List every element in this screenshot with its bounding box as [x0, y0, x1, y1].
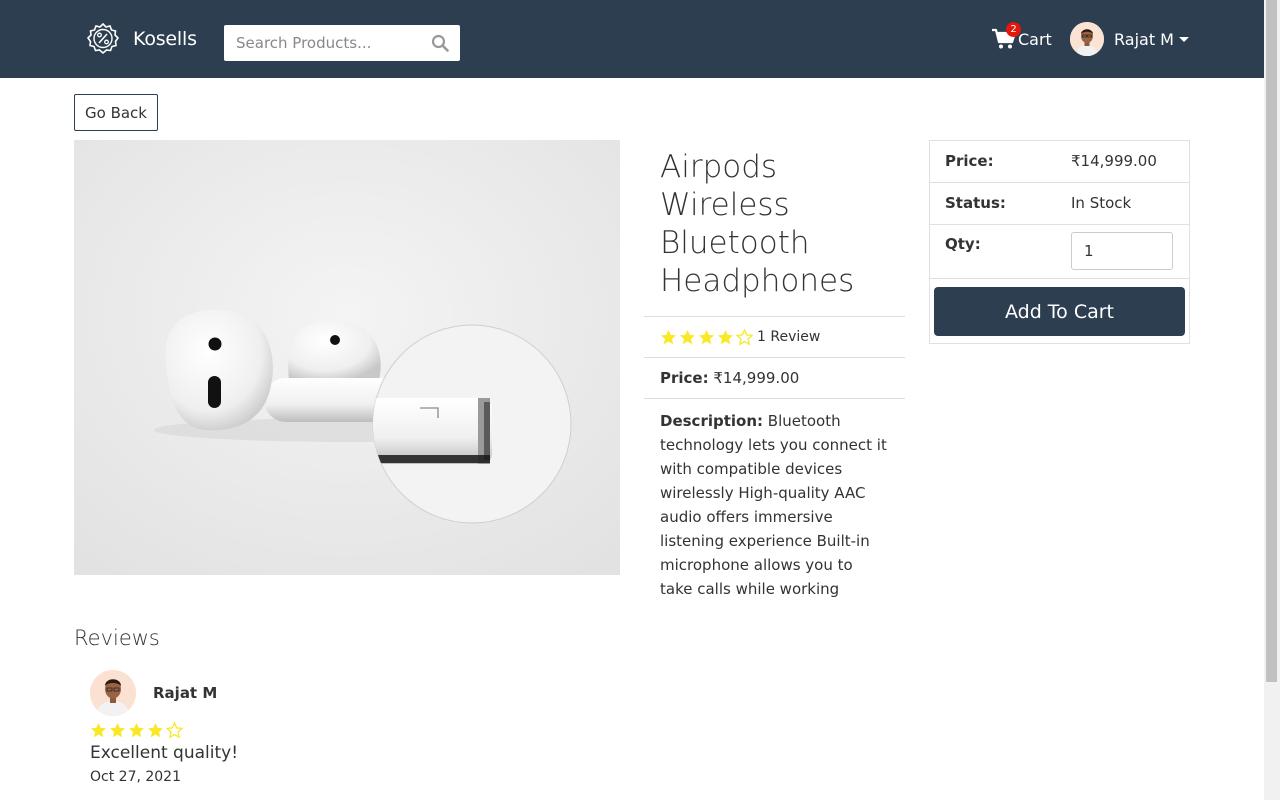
- user-menu-toggle[interactable]: Rajat M: [1070, 22, 1189, 56]
- product-price: Price: ₹14,999.00: [644, 357, 905, 398]
- star-filled-icon: [661, 329, 676, 344]
- product-description: Description: Bluetooth technology lets y…: [644, 398, 905, 611]
- star-filled-icon: [680, 329, 695, 344]
- user-name: Rajat M: [1114, 29, 1174, 49]
- caret-down-icon: [1178, 36, 1189, 42]
- page-scrollbar[interactable]: [1264, 0, 1280, 800]
- star-filled-icon: [110, 723, 125, 738]
- product-rating: 1 Review: [644, 316, 905, 357]
- star-filled-icon: [718, 329, 733, 344]
- go-back-button[interactable]: Go Back: [74, 94, 158, 131]
- description-label: Description:: [660, 412, 764, 430]
- reviews-heading: Reviews: [74, 626, 160, 650]
- search-box: [224, 25, 460, 61]
- reviewer-avatar-image: [90, 670, 136, 716]
- review-date: Oct 27, 2021: [90, 769, 181, 785]
- cart-link[interactable]: 2 Cart: [992, 22, 1052, 52]
- navbar: Kosells 2 Cart: [0, 0, 1264, 78]
- product-image: [74, 140, 620, 575]
- review-rating-stars: [90, 722, 490, 739]
- reviewer-name: Rajat M: [153, 684, 218, 702]
- avatar: [1070, 22, 1104, 56]
- cart-count-badge: 2: [1006, 22, 1021, 37]
- star-filled-icon: [91, 723, 106, 738]
- status-value: In Stock: [1071, 194, 1132, 212]
- discount-badge-icon: [86, 22, 120, 55]
- star-filled-icon: [129, 723, 144, 738]
- review-item: Rajat M Excellent quality! Oct 27, 2021: [90, 670, 490, 785]
- price-label: Price:: [660, 369, 709, 387]
- star-empty-icon: [736, 328, 753, 346]
- add-to-cart-button[interactable]: Add To Cart: [934, 287, 1185, 336]
- rating-stars: [660, 328, 753, 346]
- purchase-price-value: ₹14,999.00: [1071, 152, 1157, 170]
- star-filled-icon: [148, 723, 163, 738]
- review-header: Rajat M: [90, 670, 490, 716]
- price-value: ₹14,999.00: [713, 369, 800, 387]
- star-filled-icon: [699, 329, 714, 344]
- purchase-status-row: Status: In Stock: [930, 183, 1189, 225]
- star-empty-icon: [166, 722, 183, 739]
- purchase-card: Price: ₹14,999.00 Status: In Stock Qty: …: [929, 140, 1190, 344]
- brand-link[interactable]: Kosells: [86, 22, 197, 56]
- scrollbar-thumb[interactable]: [1266, 0, 1277, 682]
- purchase-price-row: Price: ₹14,999.00: [930, 141, 1189, 183]
- description-text: Bluetooth technology lets you connect it…: [660, 412, 887, 598]
- cart-label: Cart: [1018, 29, 1052, 49]
- status-label: Status:: [945, 194, 1006, 212]
- qty-label: Qty:: [945, 235, 981, 253]
- airpods-photo: [74, 140, 620, 575]
- search-icon[interactable]: [431, 34, 449, 52]
- qty-input[interactable]: [1071, 232, 1173, 270]
- search-input[interactable]: [224, 25, 460, 61]
- product-title: Airpods Wireless Bluetooth Headphones: [660, 149, 855, 299]
- user-avatar-image: [1070, 22, 1104, 56]
- product-info: Airpods Wireless Bluetooth Headphones 1 …: [644, 140, 905, 611]
- review-count: 1 Review: [757, 329, 821, 345]
- reviewer-avatar: [90, 670, 136, 716]
- purchase-price-label: Price:: [945, 152, 994, 170]
- brand-name: Kosells: [133, 28, 197, 50]
- review-comment: Excellent quality!: [90, 743, 239, 763]
- cart-icon-wrapper: 2: [992, 22, 1021, 50]
